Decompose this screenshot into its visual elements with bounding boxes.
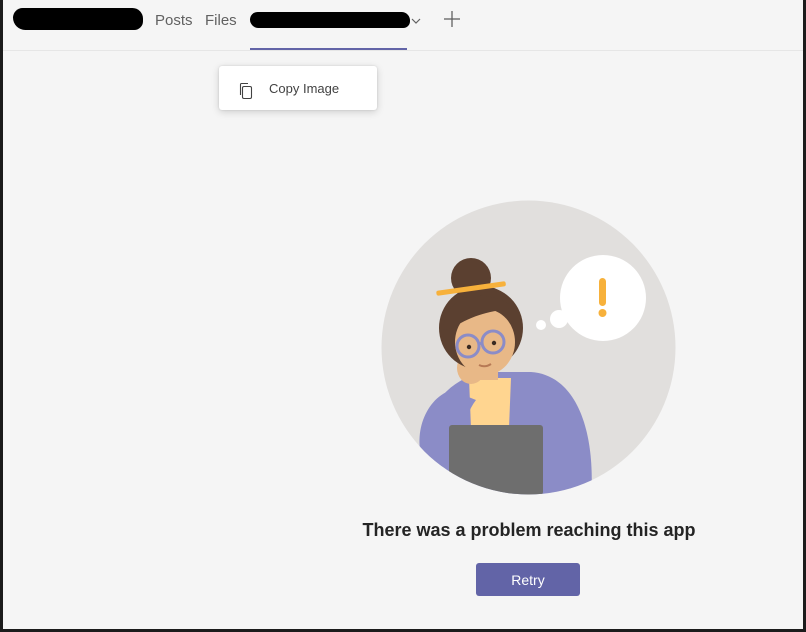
tab-files[interactable]: Files: [205, 12, 237, 29]
error-title: There was a problem reaching this app: [362, 520, 696, 540]
tab-posts[interactable]: Posts: [155, 12, 193, 29]
retry-button[interactable]: Retry: [476, 563, 580, 596]
team-name-redacted: [13, 8, 143, 30]
copy-image-menu-item[interactable]: Copy Image: [219, 66, 377, 110]
plus-icon[interactable]: [441, 8, 463, 30]
chevron-down-icon[interactable]: [410, 16, 422, 26]
tab-app-label-redacted: [250, 12, 410, 28]
context-menu: Copy Image: [219, 66, 377, 110]
copy-image-label: Copy Image: [269, 81, 340, 96]
error-illustration: [381, 200, 676, 495]
copy-icon: [239, 82, 253, 100]
tab-bar: Posts Files: [3, 0, 803, 51]
app-window: Posts Files Copy Image There was a probl…: [0, 0, 806, 632]
active-tab-underline: [250, 48, 407, 50]
tab-app-active[interactable]: [250, 0, 410, 50]
